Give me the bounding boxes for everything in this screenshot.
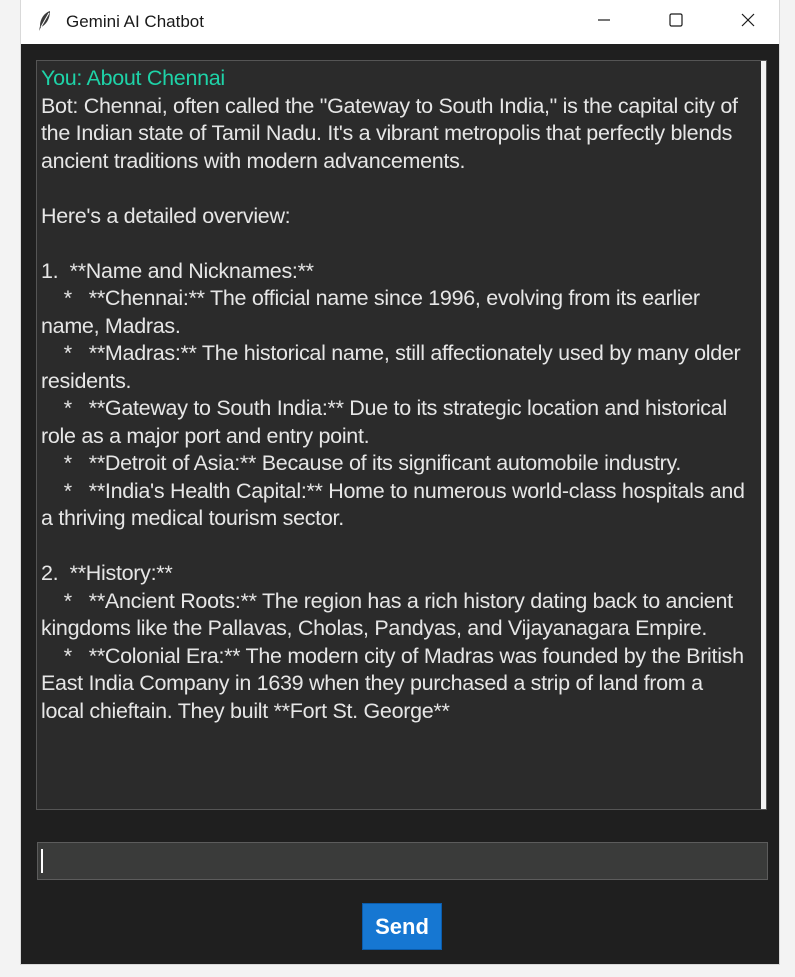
app-window: Gemini AI Chatbot You: About Chennai Bot… [21,0,779,964]
feather-icon [37,10,53,32]
close-icon [741,13,755,32]
send-button[interactable]: Send [362,903,442,950]
user-message: You: About Chennai [41,66,225,90]
window-title: Gemini AI Chatbot [66,12,204,31]
chat-display[interactable]: You: About Chennai Bot: Chennai, often c… [36,60,767,810]
minimize-icon [597,13,611,32]
window-top-padding [21,44,779,60]
maximize-button[interactable] [653,0,699,44]
title-bar[interactable]: Gemini AI Chatbot [21,0,779,44]
chat-transcript: You: About Chennai Bot: Chennai, often c… [41,65,747,725]
chat-scrollbar[interactable] [761,61,766,809]
text-caret [41,849,43,873]
bot-message: Bot: Chennai, often called the "Gateway … [41,93,745,723]
close-button[interactable] [725,0,771,44]
maximize-icon [669,12,683,32]
message-input[interactable] [37,842,768,880]
minimize-button[interactable] [581,0,627,44]
